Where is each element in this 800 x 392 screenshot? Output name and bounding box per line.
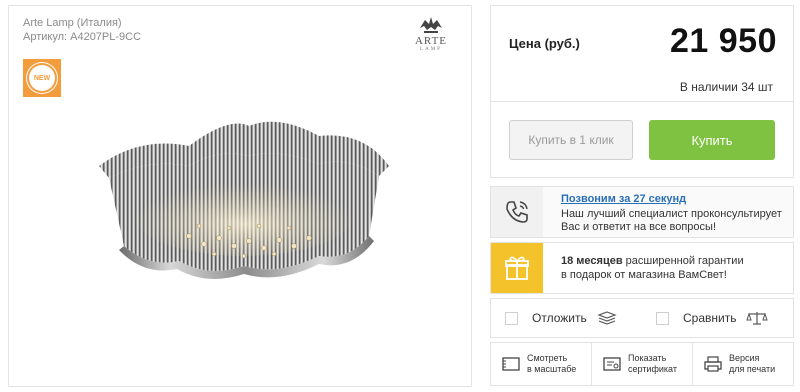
warranty-desc: расширенной гарантии	[622, 255, 744, 267]
brand-logo[interactable]: ARTE LAMP	[413, 14, 449, 52]
print-label: Версия для печати	[729, 353, 775, 375]
badge-burst: NEW	[29, 65, 55, 91]
print-line2: для печати	[729, 364, 776, 374]
product-panel: Arte Lamp (Италия) Артикул: A4207PL-9CC …	[8, 5, 472, 387]
layers-icon	[597, 311, 617, 325]
logo-text: ARTE	[414, 35, 448, 47]
warranty-icon-wrap	[491, 243, 543, 293]
logo-subtext: LAMP	[420, 47, 442, 52]
callback-icon-wrap	[491, 187, 543, 237]
defer-option[interactable]: Отложить	[491, 299, 642, 337]
price-label: Цена (руб.)	[509, 36, 580, 51]
printer-icon	[704, 356, 722, 372]
buy-box: Купить в 1 клик Купить	[490, 102, 794, 178]
callback-link[interactable]: Позвоним за 27 секунд	[561, 193, 686, 205]
scales-icon	[746, 312, 769, 325]
phone-icon	[506, 201, 528, 223]
product-sku: Артикул: A4207PL-9CC	[23, 31, 142, 43]
warranty-box: 18 месяцев расширенной гарантии в подаро…	[490, 242, 794, 294]
stock-status: В наличии 34 шт	[679, 80, 773, 94]
compare-option[interactable]: Сравнить	[642, 299, 793, 337]
defer-label: Отложить	[532, 311, 587, 325]
view-scale-tool[interactable]: Смотреть в масштабе	[491, 343, 592, 385]
price-value: 21 950	[670, 22, 777, 60]
certificate-tool[interactable]: Показать сертификат	[592, 343, 693, 385]
certificate-icon	[603, 357, 621, 371]
callback-text: Наш лучший специалист проконсультирует В…	[561, 208, 782, 233]
product-brand[interactable]: Arte Lamp (Италия)	[23, 16, 122, 30]
new-badge: NEW	[23, 59, 61, 97]
ruler-frame-icon	[502, 357, 520, 371]
product-image[interactable]	[79, 86, 409, 316]
badge-label: NEW	[33, 74, 51, 82]
tools-box: Смотреть в масштабе Показать сертификат	[490, 342, 794, 386]
certificate-line1: Показать	[628, 353, 667, 363]
compare-label: Сравнить	[683, 311, 737, 325]
warranty-period: 18 месяцев	[561, 255, 623, 267]
price-box: Цена (руб.) 21 950 В наличии 34 шт	[490, 5, 794, 102]
callback-box: Позвоним за 27 секунд Наш лучший специал…	[490, 186, 794, 238]
gift-icon	[505, 256, 529, 280]
defer-checkbox[interactable]	[505, 311, 518, 325]
certificate-line2: сертификат	[628, 364, 677, 374]
buy-button[interactable]: Купить	[649, 120, 775, 160]
warranty-text: 18 месяцев расширенной гарантии в подаро…	[561, 254, 744, 282]
view-scale-line1: Смотреть	[527, 353, 568, 363]
view-scale-label: Смотреть в масштабе	[527, 353, 576, 375]
purchase-column: Цена (руб.) 21 950 В наличии 34 шт Купит…	[490, 5, 794, 386]
print-tool[interactable]: Версия для печати	[693, 343, 793, 385]
view-scale-line2: в масштабе	[527, 364, 577, 374]
print-line1: Версия	[729, 353, 760, 363]
defer-compare-box: Отложить Сравнить	[490, 298, 794, 338]
compare-checkbox[interactable]	[656, 311, 669, 325]
certificate-label: Показать сертификат	[628, 353, 677, 375]
winged-lion-icon	[420, 17, 442, 33]
buy-one-click-button[interactable]: Купить в 1 клик	[509, 120, 633, 160]
warranty-line2: в подарок от магазина ВамСвет!	[561, 269, 727, 281]
